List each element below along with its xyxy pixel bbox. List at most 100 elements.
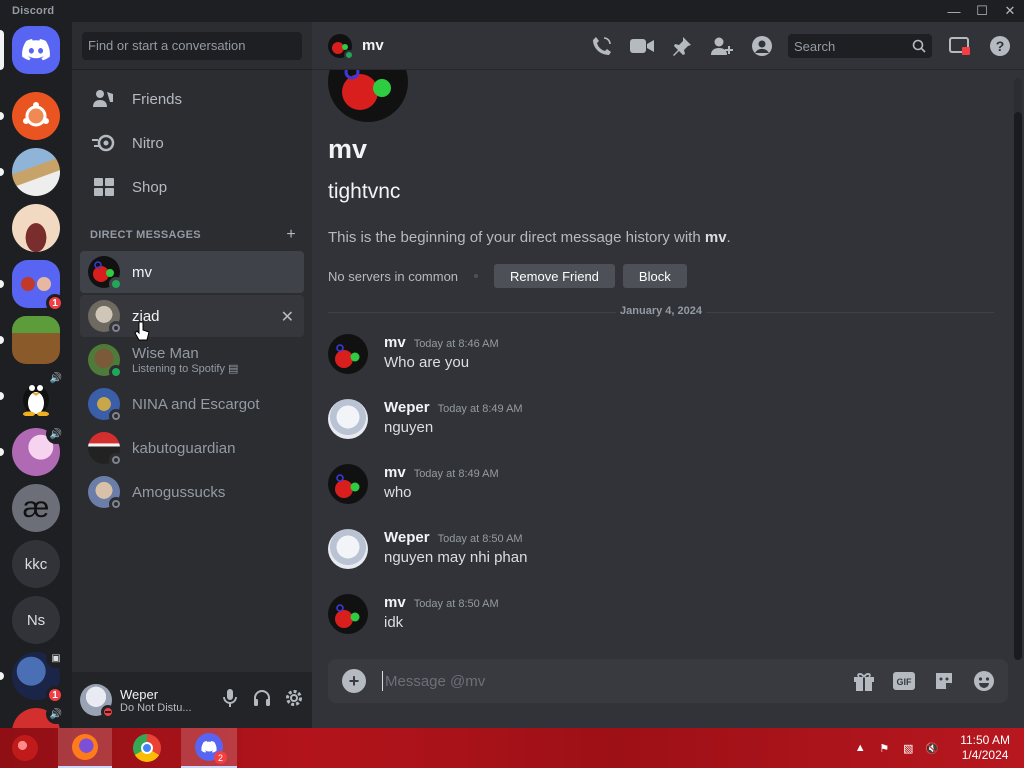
server-ns[interactable]: Ns bbox=[12, 596, 60, 644]
ornament-icon bbox=[12, 735, 38, 761]
system-tray: ▲ ⚑ ▧ 🔇 11:50 AM 1/4/2024 bbox=[848, 728, 1024, 768]
create-dm-plus-icon[interactable]: + bbox=[286, 226, 296, 244]
message-item[interactable]: mv Today at 8:50 AM idk bbox=[328, 594, 988, 638]
microphone-icon[interactable] bbox=[220, 688, 240, 708]
mutual-servers-text: No servers in common bbox=[328, 268, 459, 284]
dm-header-label: DIRECT MESSAGES bbox=[90, 229, 201, 241]
minimize-icon[interactable]: — bbox=[940, 0, 968, 22]
avatar bbox=[88, 344, 123, 379]
message-item[interactable]: mv Today at 8:49 AM who bbox=[328, 464, 988, 508]
dm-name: Amogussucks bbox=[132, 483, 226, 501]
server-santa[interactable]: 🔊 bbox=[12, 704, 66, 728]
block-button[interactable]: Block bbox=[622, 264, 687, 288]
remove-friend-button[interactable]: Remove Friend bbox=[494, 264, 615, 288]
chat-search-input[interactable]: Search bbox=[788, 34, 932, 58]
text-caret bbox=[382, 671, 383, 691]
volume-muted-icon[interactable]: 🔇 bbox=[924, 742, 940, 755]
dm-header: DIRECT MESSAGES + bbox=[90, 226, 296, 244]
find-conversation-input[interactable]: Find or start a conversation bbox=[82, 31, 302, 60]
status-offline-icon bbox=[109, 497, 123, 511]
maximize-icon[interactable]: ☐ bbox=[968, 0, 996, 22]
message-input[interactable] bbox=[385, 672, 825, 690]
user-profile-icon[interactable] bbox=[750, 34, 774, 58]
video-call-icon[interactable] bbox=[630, 34, 654, 58]
network-icon[interactable]: ▧ bbox=[900, 742, 916, 755]
start-button[interactable] bbox=[0, 728, 50, 768]
avatar[interactable] bbox=[328, 334, 368, 374]
chevron-up-icon[interactable]: ▲ bbox=[852, 742, 868, 754]
avatar[interactable] bbox=[328, 399, 368, 439]
avatar bbox=[328, 33, 354, 60]
message-item[interactable]: Weper Today at 8:49 AM nguyen bbox=[328, 399, 988, 443]
help-icon[interactable]: ? bbox=[988, 34, 1012, 58]
gift-icon[interactable] bbox=[852, 669, 876, 693]
status-offline-icon bbox=[109, 453, 123, 467]
server-ae[interactable]: æ bbox=[12, 484, 60, 532]
taskbar-firefox[interactable] bbox=[58, 728, 112, 768]
gif-icon[interactable]: GIF bbox=[892, 669, 916, 693]
home-button[interactable] bbox=[0, 26, 60, 74]
emoji-icon[interactable] bbox=[972, 669, 996, 693]
server-minecraft[interactable] bbox=[0, 316, 60, 364]
dm-item-kabutoguardian[interactable]: kabutoguardian bbox=[80, 427, 304, 469]
avatar[interactable] bbox=[328, 464, 368, 504]
flag-icon[interactable]: ⚑ bbox=[876, 742, 892, 755]
message-timestamp: Today at 8:49 AM bbox=[437, 403, 523, 415]
nav-friends[interactable]: Friends bbox=[80, 78, 304, 120]
avatar bbox=[88, 300, 123, 335]
separator-dot bbox=[474, 274, 479, 278]
inbox-icon[interactable] bbox=[948, 34, 972, 58]
lock-icon: ▣ bbox=[46, 648, 66, 668]
avatar[interactable] bbox=[80, 684, 115, 719]
message-author[interactable]: Weper bbox=[384, 529, 430, 546]
pin-icon[interactable] bbox=[670, 34, 694, 58]
message-item[interactable]: Weper Today at 8:50 AM nguyen may nhi phan bbox=[328, 529, 988, 573]
ubuntu-icon bbox=[23, 102, 49, 127]
clock[interactable]: 11:50 AM 1/4/2024 bbox=[960, 733, 1010, 763]
message-author[interactable]: mv bbox=[384, 464, 406, 481]
server-piano-cat[interactable] bbox=[0, 148, 60, 196]
server-blue[interactable]: 1 ▣ bbox=[0, 648, 66, 704]
scrollbar-thumb[interactable] bbox=[1014, 112, 1022, 660]
headphones-icon[interactable] bbox=[252, 688, 272, 708]
message-text: nguyen may nhi phan bbox=[384, 549, 528, 566]
message-author[interactable]: mv bbox=[384, 594, 406, 611]
close-icon[interactable]: ✕ bbox=[996, 0, 1024, 22]
sticker-icon[interactable] bbox=[932, 669, 956, 693]
taskbar-discord[interactable]: 2 bbox=[181, 728, 237, 768]
dm-name: mv bbox=[132, 263, 152, 281]
attach-plus-icon[interactable]: + bbox=[342, 669, 366, 693]
dm-item-wise-man[interactable]: Wise Man Listening to Spotify ▤ bbox=[80, 339, 304, 381]
avatar bbox=[88, 256, 123, 291]
server-label: kkc bbox=[24, 555, 48, 573]
message-text: who bbox=[384, 484, 412, 501]
settings-gear-icon[interactable] bbox=[284, 688, 304, 708]
nav-shop[interactable]: Shop bbox=[80, 166, 304, 208]
add-friend-icon[interactable] bbox=[710, 34, 734, 58]
message-author[interactable]: Weper bbox=[384, 399, 430, 416]
server-ubuntu[interactable] bbox=[0, 92, 60, 140]
nav-nitro[interactable]: Nitro bbox=[80, 122, 304, 164]
server-anime[interactable]: 🔊 bbox=[0, 424, 66, 476]
voice-call-icon[interactable] bbox=[590, 34, 614, 58]
user-name: Weper bbox=[120, 686, 159, 702]
mouse-cursor-icon bbox=[134, 321, 150, 341]
server-dish[interactable] bbox=[12, 204, 60, 252]
server-tux[interactable]: 🔊 bbox=[0, 368, 66, 420]
svg-text:GIF: GIF bbox=[897, 677, 913, 687]
clock-time: 11:50 AM bbox=[960, 733, 1010, 747]
avatar[interactable] bbox=[328, 529, 368, 569]
message-item[interactable]: mv Today at 8:46 AM Who are you bbox=[328, 334, 988, 378]
dm-item-ziad[interactable]: ziad ✕ bbox=[80, 295, 304, 337]
server-group[interactable]: 1 bbox=[0, 260, 64, 312]
dm-item-nina-escargot[interactable]: NINA and Escargot bbox=[80, 383, 304, 425]
dm-item-amogussucks[interactable]: Amogussucks bbox=[80, 471, 304, 513]
close-dm-icon[interactable]: ✕ bbox=[281, 307, 294, 327]
dm-item-mv[interactable]: mv bbox=[80, 251, 304, 293]
avatar[interactable] bbox=[328, 594, 368, 634]
message-author[interactable]: mv bbox=[384, 334, 406, 351]
chrome-icon bbox=[133, 734, 161, 762]
taskbar-chrome[interactable] bbox=[120, 728, 174, 768]
intro-text-name: mv bbox=[704, 229, 727, 246]
server-kkc[interactable]: kkc bbox=[12, 540, 60, 588]
